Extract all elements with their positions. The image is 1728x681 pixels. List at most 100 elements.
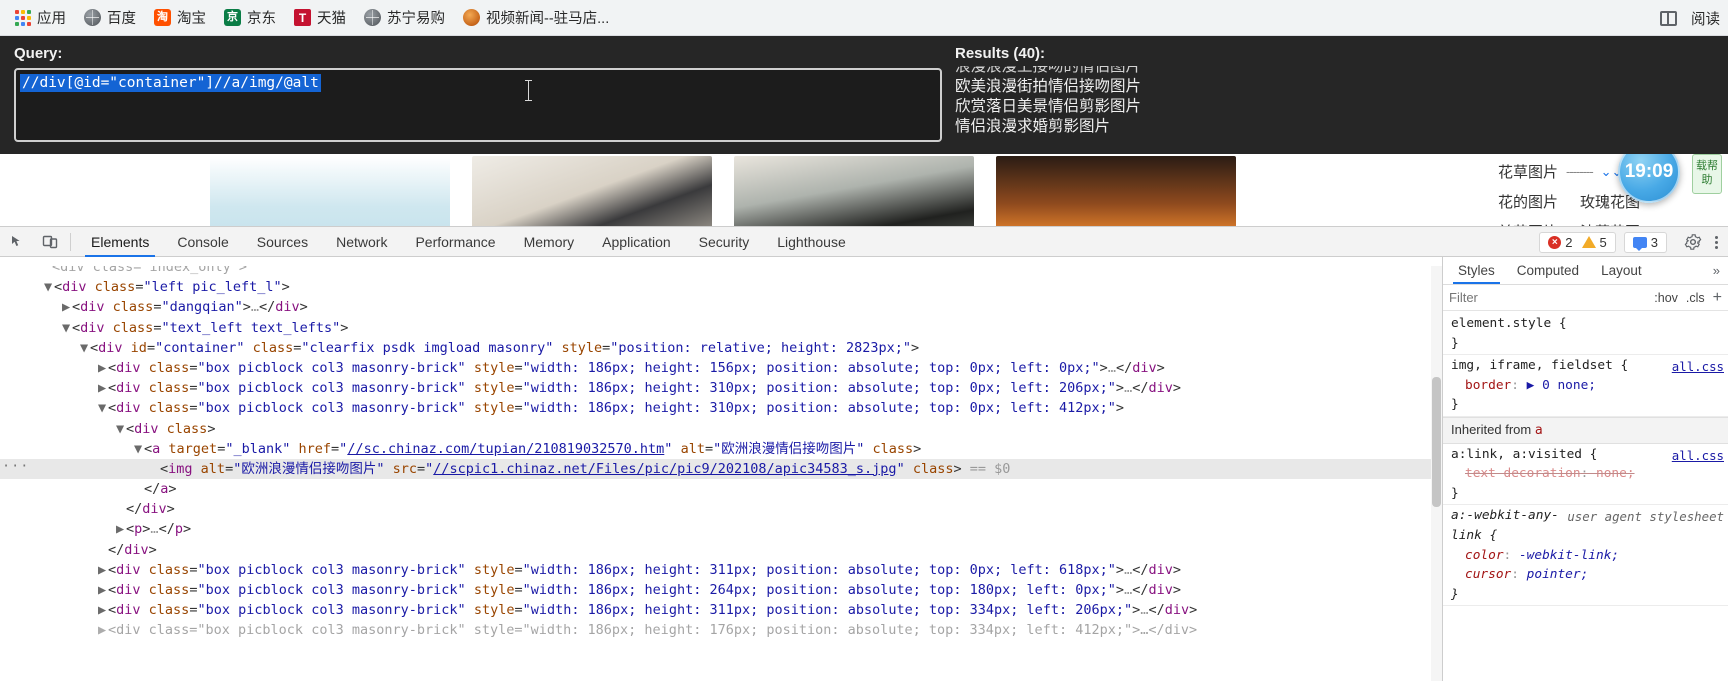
- style-rule-img-iframe-fieldset[interactable]: all.css img, iframe, fieldset { border: …: [1443, 355, 1728, 417]
- dom-line[interactable]: ▼ <div class="text_left text_lefts">: [0, 318, 1442, 338]
- scroll-thumb[interactable]: [1432, 377, 1441, 507]
- settings-button[interactable]: [1679, 229, 1707, 255]
- rule-declaration[interactable]: cursor: pointer;: [1451, 565, 1720, 585]
- tab-network[interactable]: Network: [322, 227, 401, 257]
- rule-origin-link[interactable]: all.css: [1672, 357, 1724, 377]
- dom-line[interactable]: ▼ <a target="_blank" href="//sc.chinaz.co…: [0, 439, 1442, 459]
- dom-line[interactable]: ▼ <div id="container" class="clearfix psd…: [0, 338, 1442, 358]
- bookmark-suning[interactable]: 苏宁易购: [355, 3, 454, 32]
- reading-list-label[interactable]: 阅读: [1691, 8, 1720, 29]
- rule-declaration[interactable]: border: ▶ 0 none;: [1451, 376, 1720, 396]
- hov-toggle[interactable]: :hov: [1654, 291, 1678, 305]
- bookmark-video-news[interactable]: 视频新闻--驻马店...: [454, 3, 618, 32]
- inspect-element-icon[interactable]: [4, 229, 32, 255]
- rule-close-brace: }: [1451, 485, 1459, 501]
- result-item: 情侣浪漫求婚剪影图片: [955, 117, 1111, 135]
- collapse-arrow-icon[interactable]: ▶: [98, 358, 108, 378]
- styles-rules-list[interactable]: element.style { } all.css img, iframe, f…: [1443, 311, 1728, 681]
- rule-declaration[interactable]: text-decoration: none;: [1451, 464, 1720, 484]
- dom-line[interactable]: </div>: [0, 499, 1442, 519]
- thumbnail-image[interactable]: [734, 156, 974, 226]
- rule-origin-link[interactable]: all.css: [1672, 446, 1724, 466]
- dom-line[interactable]: ▶ <div class="box picblock col3 masonry-b…: [0, 620, 1442, 640]
- tab-computed[interactable]: Computed: [1506, 257, 1590, 284]
- style-rule-a-webkit-any-link[interactable]: user agent stylesheet a:-webkit-any-link…: [1443, 505, 1728, 607]
- warning-badge[interactable]: 5: [1581, 235, 1607, 250]
- inherited-label: Inherited from: [1451, 421, 1532, 437]
- thumbnail-image[interactable]: [210, 156, 450, 226]
- dom-line-selected[interactable]: <img alt="欧洲浪漫情侣接吻图片" src="//scpic1.chin…: [0, 456, 1442, 480]
- tab-lighthouse[interactable]: Lighthouse: [763, 227, 860, 257]
- dom-line[interactable]: ▶ <div class="box picblock col3 masonry-b…: [0, 580, 1442, 600]
- error-badge[interactable]: × 2: [1548, 235, 1573, 250]
- style-rule-a-link-visited[interactable]: all.css a:link, a:visited { text-decorat…: [1443, 444, 1728, 506]
- expand-arrow-icon[interactable]: ▼: [134, 439, 144, 459]
- expand-arrow-icon[interactable]: ▼: [44, 277, 54, 297]
- bookmark-baidu[interactable]: 百度: [75, 3, 145, 32]
- device-toolbar-icon[interactable]: [36, 229, 64, 255]
- reading-list-icon[interactable]: [1660, 10, 1677, 26]
- dom-line[interactable]: ▶ <div class="box picblock col3 masonry-b…: [0, 378, 1442, 398]
- styles-scrollbar[interactable]: [1431, 257, 1442, 681]
- collapse-arrow-icon[interactable]: ▶: [98, 600, 108, 620]
- xpath-query-value: //div[@id="container"]//a/img/@alt: [20, 74, 321, 92]
- collapse-arrow-icon[interactable]: ▶: [98, 560, 108, 580]
- inherited-from-header: Inherited from a: [1443, 416, 1728, 444]
- expand-arrow-icon[interactable]: ▼: [116, 419, 126, 439]
- collapse-arrow-icon[interactable]: ▶: [98, 580, 108, 600]
- dom-line[interactable]: </div>: [0, 540, 1442, 560]
- tab-layout[interactable]: Layout: [1590, 257, 1653, 284]
- bookmark-apps[interactable]: 应用: [6, 3, 75, 32]
- dom-line[interactable]: ▶ <div class="dangqian">…</div>: [0, 297, 1442, 317]
- messages-badge-group[interactable]: 3: [1623, 231, 1667, 253]
- xpath-query-input[interactable]: //div[@id="container"]//a/img/@alt: [14, 68, 942, 142]
- expand-arrow-icon[interactable]: ▼: [62, 318, 72, 338]
- bookmark-tmall[interactable]: T 天猫: [285, 3, 355, 32]
- dom-line[interactable]: ▶ <div class="box picblock col3 masonry-b…: [0, 560, 1442, 580]
- xpath-results-list[interactable]: 浪漫浪漫上接吻的情侣图片 欧美浪漫街拍情侣接吻图片 欣赏落日美景情侣剪影图片 情…: [955, 66, 1715, 152]
- help-float-button[interactable]: 载帮助: [1692, 154, 1722, 194]
- dom-line[interactable]: ▶ <div class="box picblock col3 masonry-b…: [0, 600, 1442, 620]
- dom-line[interactable]: ▼ <div class>: [0, 419, 1442, 439]
- inherited-element[interactable]: a: [1535, 423, 1543, 438]
- elements-dom-tree[interactable]: <div class="index_only"> ▼ <div class="le…: [0, 257, 1442, 681]
- tab-styles[interactable]: Styles: [1447, 257, 1506, 284]
- collapse-arrow-icon[interactable]: ▶: [116, 519, 126, 539]
- bookmark-taobao[interactable]: 淘 淘宝: [145, 3, 215, 32]
- tab-security[interactable]: Security: [685, 227, 764, 257]
- sidebar-link[interactable]: 花的图片: [1498, 191, 1558, 212]
- tab-memory[interactable]: Memory: [510, 227, 589, 257]
- more-tabs-icon[interactable]: »: [1705, 257, 1728, 284]
- styles-filter-input[interactable]: [1449, 290, 1647, 305]
- cls-toggle[interactable]: .cls: [1686, 291, 1705, 305]
- declaration-name: text-decoration: [1465, 466, 1581, 482]
- collapse-arrow-icon[interactable]: ▶: [98, 378, 108, 398]
- dom-line[interactable]: ▶ <div class="box picblock col3 masonry-b…: [0, 358, 1442, 378]
- bookmark-jd[interactable]: 京 京东: [215, 3, 285, 32]
- declaration-value: pointer;: [1526, 567, 1589, 583]
- tab-elements[interactable]: Elements: [77, 227, 163, 257]
- dom-line[interactable]: ▼ <div class="left pic_left_l">: [0, 277, 1442, 297]
- issues-badge-group[interactable]: × 2 5: [1539, 231, 1616, 253]
- new-style-rule-button[interactable]: +: [1713, 289, 1722, 306]
- tab-performance[interactable]: Performance: [401, 227, 509, 257]
- dom-line[interactable]: ▼ <div class="box picblock col3 masonry-b…: [0, 398, 1442, 418]
- tab-console[interactable]: Console: [163, 227, 242, 257]
- collapse-arrow-icon[interactable]: ▶: [98, 620, 108, 640]
- expand-arrow-icon[interactable]: ▼: [80, 338, 90, 358]
- more-options-icon[interactable]: [1709, 235, 1724, 249]
- thumbnail-image[interactable]: [472, 156, 712, 226]
- expand-arrow-icon[interactable]: ▼: [98, 398, 108, 418]
- taobao-icon: 淘: [154, 9, 171, 26]
- collapse-arrow-icon[interactable]: ▶: [62, 297, 72, 317]
- message-badge[interactable]: 3: [1632, 235, 1658, 251]
- thumbnail-image[interactable]: [996, 156, 1236, 226]
- rule-declaration[interactable]: color: -webkit-link;: [1451, 546, 1720, 566]
- tab-sources[interactable]: Sources: [243, 227, 322, 257]
- globe-icon: [364, 9, 381, 26]
- dom-line[interactable]: </a>: [0, 479, 1442, 499]
- dom-line[interactable]: ▶ <p>…</p>: [0, 519, 1442, 539]
- tab-application[interactable]: Application: [588, 227, 685, 257]
- styles-sidebar: Styles Computed Layout » :hov .cls + ele…: [1431, 257, 1728, 681]
- style-rule-element-style[interactable]: element.style { }: [1443, 313, 1728, 356]
